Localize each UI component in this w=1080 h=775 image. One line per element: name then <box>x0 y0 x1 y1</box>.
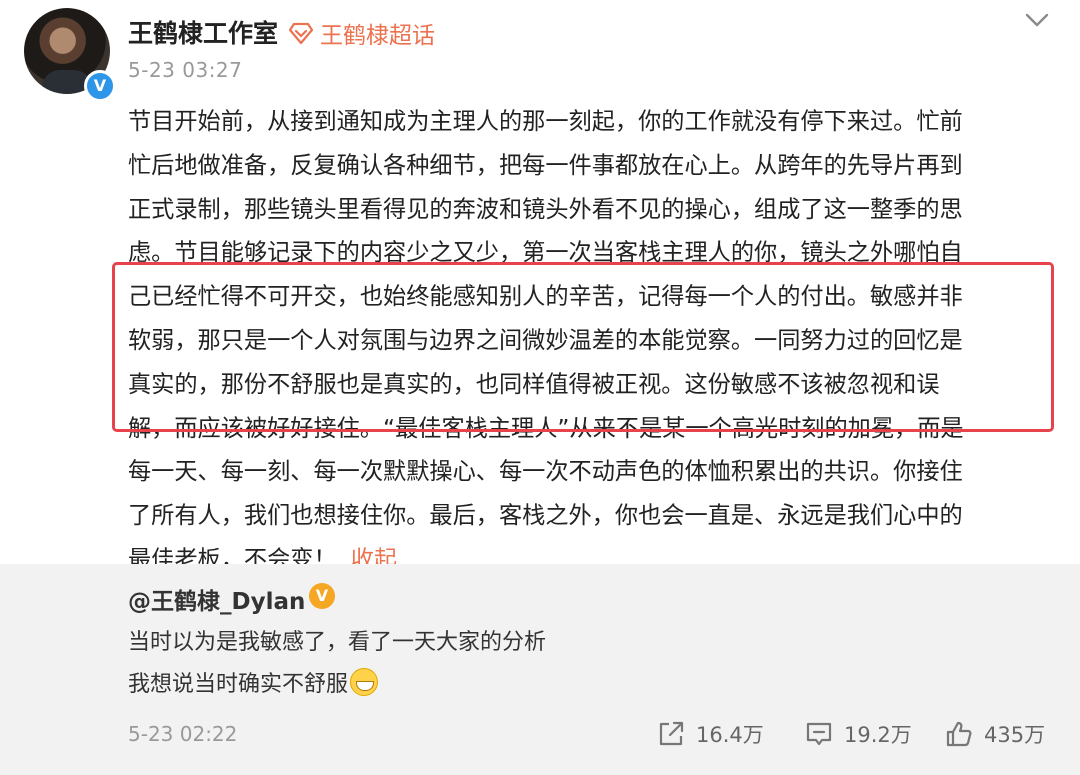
post-text-line: 节目开始前，从接到通知成为主理人的那一刻起，你的工作就没有停下来过。忙前 <box>128 108 963 135</box>
highlight-box <box>112 262 1054 432</box>
comment-icon <box>806 722 832 746</box>
comment-button[interactable]: 19.2万 <box>804 719 912 749</box>
original-text: 我想说当时确实不舒服 <box>128 672 349 697</box>
thumbs-up-icon <box>946 721 972 747</box>
original-author-link[interactable]: @王鹤棣_Dylan <box>128 582 305 616</box>
post-text-line: 每一天、每一刻、每一次默默操心、每一次不动声色的体恤积累出的共识。你接住 <box>128 458 963 486</box>
author-name[interactable]: 王鹤棣工作室 <box>128 14 278 50</box>
original-time: 5-23 02:22 <box>128 722 238 746</box>
like-button[interactable]: 435万 <box>944 719 1045 749</box>
super-topic-link[interactable]: 王鹤棣超话 <box>288 16 435 50</box>
super-topic-label: 王鹤棣超话 <box>320 23 435 49</box>
grin-emoji-icon <box>350 668 379 696</box>
gold-verified-icon: V <box>309 583 335 609</box>
post-text-line: 忙后地做准备，反复确认各种细节，把每一件事都放在心上。从跨年的先导片再到 <box>128 151 963 179</box>
post-text-line: 正式录制，那些镜头里看得见的奔波和镜头外看不见的操心，组成了这一整季的思 <box>128 195 963 223</box>
verified-badge-icon: V <box>84 70 116 102</box>
original-text-line: 当时以为是我敏感了，看了一天大家的分析 <box>128 630 547 655</box>
share-icon <box>659 721 684 746</box>
reposted-original[interactable]: @王鹤棣_Dylan V 当时以为是我敏感了，看了一天大家的分析 我想说当时确实… <box>0 564 1080 775</box>
chevron-down-icon[interactable] <box>1024 10 1050 30</box>
post-text-line: 了所有人，我们也想接住你。最后，客栈之外，你也会一直是、永远是我们心中的 <box>128 502 963 530</box>
post-time: 5-23 03:27 <box>128 58 243 82</box>
diamond-icon <box>288 22 314 45</box>
like-count: 435万 <box>984 723 1046 747</box>
share-count: 16.4万 <box>696 723 764 747</box>
comment-count: 19.2万 <box>844 723 912 747</box>
share-button[interactable]: 16.4万 <box>656 719 764 749</box>
original-text-line: 我想说当时确实不舒服 <box>128 666 379 698</box>
